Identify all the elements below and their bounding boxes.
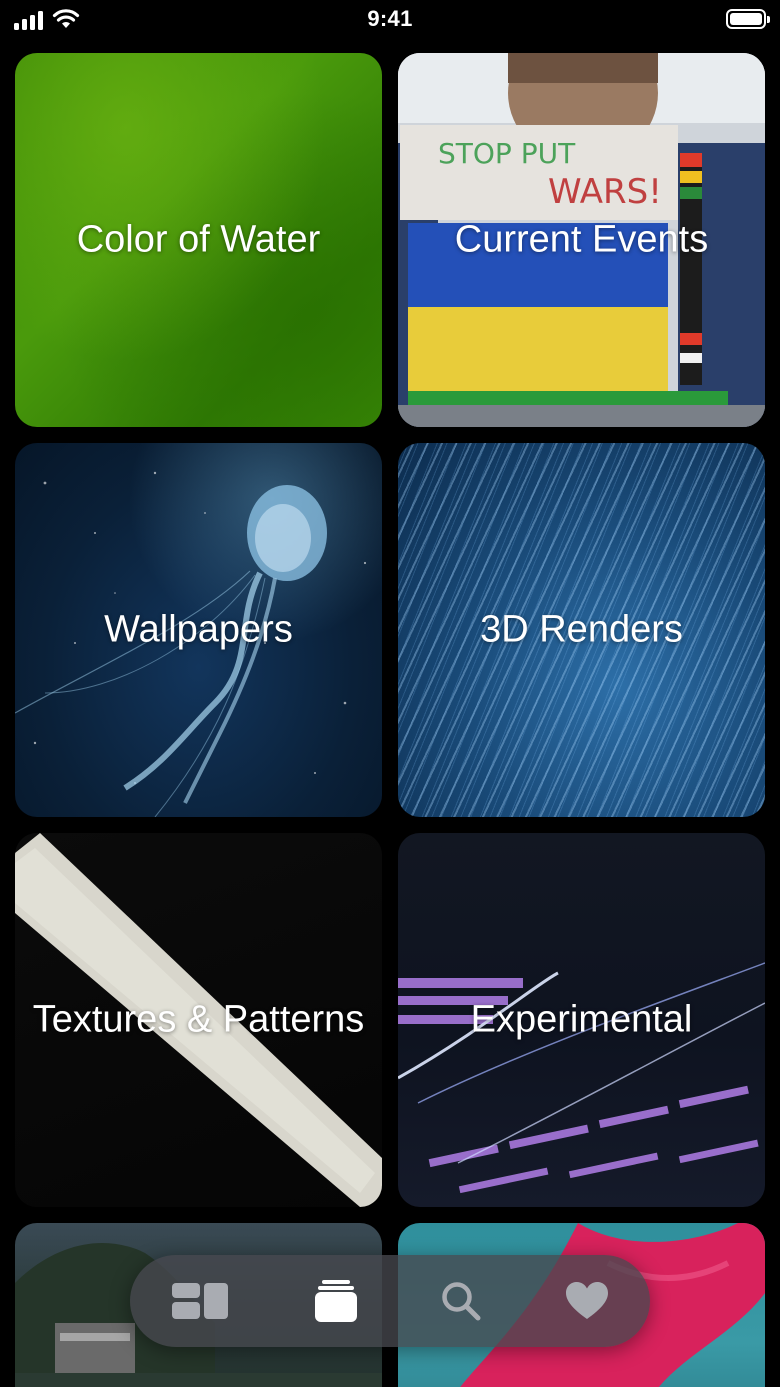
tab-favorites[interactable] [557, 1271, 617, 1331]
tile-label: Textures & Patterns [32, 998, 365, 1041]
tab-browse[interactable] [170, 1271, 230, 1331]
tab-bar [130, 1255, 650, 1347]
collections-icon [315, 1280, 357, 1322]
tile-textures-patterns[interactable]: Textures & Patterns [15, 833, 382, 1207]
battery-icon [726, 9, 770, 29]
tab-search[interactable] [431, 1271, 491, 1331]
tile-label: Experimental [470, 998, 693, 1041]
search-icon [442, 1282, 481, 1321]
tile-3d-renders[interactable]: 3D Renders [398, 443, 765, 817]
svg-text:STOP PUT: STOP PUT [438, 137, 576, 170]
tab-collections[interactable] [306, 1271, 366, 1331]
tile-color-of-water[interactable]: Color of Water [15, 53, 382, 427]
status-time: 9:41 [367, 6, 413, 31]
tile-label: Color of Water [76, 218, 321, 261]
tile-wallpapers[interactable]: Wallpapers [15, 443, 382, 817]
app-screen: 9:41 Color of Water STOP PUT WARS! Curre… [0, 0, 780, 1387]
status-bar: 9:41 [0, 0, 780, 44]
svg-text:WARS!: WARS! [548, 172, 662, 212]
browse-icon [172, 1283, 228, 1319]
tile-label: Wallpapers [104, 608, 293, 651]
tile-label: 3D Renders [480, 608, 683, 651]
tile-label: Current Events [454, 218, 709, 261]
tile-experimental[interactable]: Experimental [398, 833, 765, 1207]
heart-icon [566, 1282, 608, 1319]
tile-current-events[interactable]: STOP PUT WARS! Current Events [398, 53, 765, 427]
